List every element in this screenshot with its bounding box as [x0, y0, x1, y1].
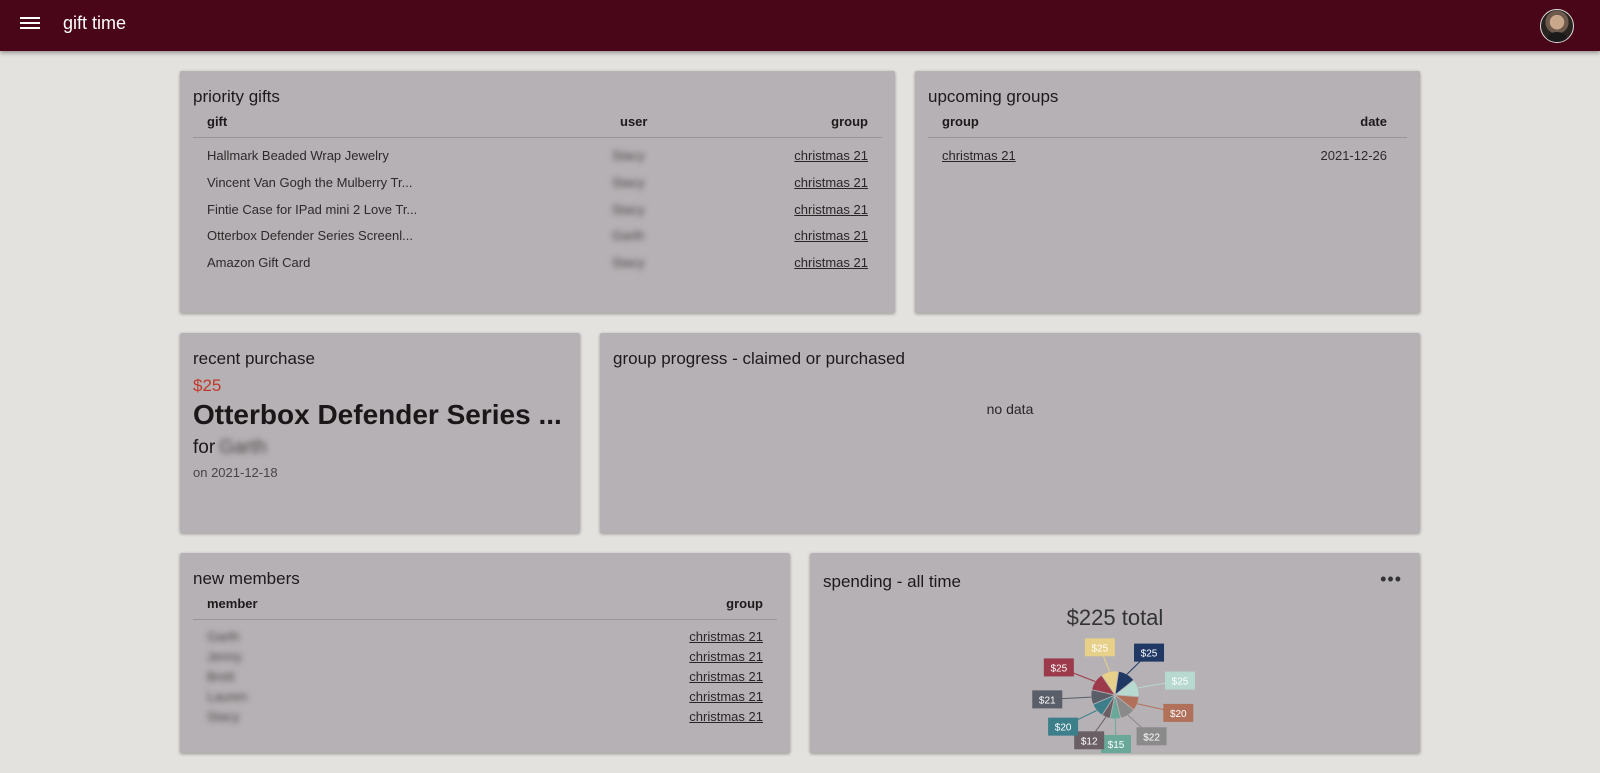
table-divider: [193, 619, 777, 620]
gift-user: Garth: [612, 228, 645, 243]
member-name: Stacy: [207, 709, 240, 724]
svg-text:$25: $25: [1141, 649, 1158, 660]
svg-text:$25: $25: [1050, 663, 1067, 674]
svg-text:$25: $25: [1092, 643, 1109, 654]
gift-name: Hallmark Beaded Wrap Jewelry: [207, 148, 389, 163]
gift-group-link[interactable]: christmas 21: [794, 255, 868, 270]
gift-user: Stacy: [612, 148, 645, 163]
svg-text:$20: $20: [1170, 709, 1187, 720]
member-group-link[interactable]: christmas 21: [689, 629, 763, 644]
priority-gifts-title: priority gifts: [193, 87, 280, 106]
table-divider: [193, 137, 882, 138]
pie-data-label: $25: [1134, 643, 1165, 662]
pie-data-label: $22: [1136, 727, 1167, 746]
spending-card: spending - all time ••• $225 total $25 $2…: [810, 553, 1420, 753]
group-progress-card: group progress - claimed or purchased no…: [600, 333, 1420, 533]
gift-name: Amazon Gift Card: [207, 255, 311, 270]
pie-data-label: $25: [1084, 638, 1115, 657]
column-header-user: user: [620, 114, 648, 129]
gift-group-link[interactable]: christmas 21: [794, 202, 868, 217]
gift-group-link[interactable]: christmas 21: [794, 228, 868, 243]
member-name: Brett: [207, 669, 235, 684]
column-header-date: date: [1360, 114, 1387, 129]
member-group-link[interactable]: christmas 21: [689, 689, 763, 704]
svg-text:$20: $20: [1055, 723, 1072, 734]
column-header-gift: gift: [207, 114, 228, 129]
upcoming-groups-card: upcoming groups group date christmas 21 …: [915, 71, 1420, 313]
recent-purchase-title: recent purchase: [193, 349, 315, 368]
purchase-for-label: for: [193, 437, 216, 458]
svg-text:$25: $25: [1172, 677, 1189, 688]
table-divider: [928, 137, 1407, 138]
purchase-date: on 2021-12-18: [193, 465, 278, 480]
purchase-recipient-name: Garth: [219, 437, 267, 458]
gift-group-link[interactable]: christmas 21: [794, 175, 868, 190]
avatar[interactable]: [1540, 9, 1574, 43]
group-progress-title: group progress - claimed or purchased: [613, 349, 905, 368]
column-header-group: group: [726, 596, 763, 611]
gift-user: Stacy: [612, 202, 645, 217]
pie-data-label: $25: [1043, 658, 1074, 677]
svg-text:$21: $21: [1039, 695, 1056, 706]
no-data-message: no data: [986, 401, 1034, 417]
gift-user: Stacy: [612, 255, 645, 270]
upcoming-group-date: 2021-12-26: [1320, 148, 1388, 163]
pie-data-label: $15: [1100, 734, 1131, 753]
recent-purchase-card: recent purchase $25 Otterbox Defender Se…: [180, 333, 580, 533]
member-name: Lauren: [207, 689, 248, 704]
svg-text:$12: $12: [1081, 736, 1098, 747]
upcoming-group-link[interactable]: christmas 21: [942, 148, 1016, 163]
column-header-member: member: [207, 596, 258, 611]
priority-gifts-card: priority gifts gift user group Hallmark …: [180, 71, 895, 313]
member-group-link[interactable]: christmas 21: [689, 709, 763, 724]
app-bar: gift time: [0, 0, 1600, 51]
app-title: gift time: [63, 13, 127, 33]
spending-pie-chart: $25 $25 $20 $22 $15 $12 $20 $21 $25 $25: [1032, 638, 1195, 753]
column-header-group: group: [831, 114, 868, 129]
menu-icon[interactable]: [20, 15, 40, 35]
purchase-item-name: Otterbox Defender Series ...: [193, 399, 562, 430]
pie-data-label: $20: [1048, 717, 1079, 736]
svg-text:$22: $22: [1143, 732, 1160, 743]
member-group-link[interactable]: christmas 21: [689, 669, 763, 684]
gift-user: Stacy: [612, 175, 645, 190]
purchase-price: $25: [193, 376, 222, 395]
pie-data-label: $21: [1032, 690, 1063, 709]
new-members-title: new members: [193, 569, 300, 588]
upcoming-groups-title: upcoming groups: [928, 87, 1059, 106]
member-group-link[interactable]: christmas 21: [689, 649, 763, 664]
pie-data-label: $20: [1163, 703, 1194, 722]
member-name: Jenny: [207, 649, 242, 664]
svg-text:$15: $15: [1108, 740, 1125, 751]
new-members-card: new members member group Garth christmas…: [180, 553, 790, 753]
member-name: Garth: [207, 629, 240, 644]
gift-group-link[interactable]: christmas 21: [794, 148, 868, 163]
gift-name: Otterbox Defender Series Screenl...: [207, 228, 413, 243]
pie-data-label: $12: [1074, 731, 1105, 750]
purchase-recipient: for Garth: [193, 437, 267, 459]
gift-name: Vincent Van Gogh the Mulberry Tr...: [207, 175, 413, 190]
column-header-group: group: [942, 114, 979, 129]
gift-name: Fintie Case for IPad mini 2 Love Tr...: [207, 202, 418, 217]
pie-data-label: $25: [1164, 671, 1195, 690]
